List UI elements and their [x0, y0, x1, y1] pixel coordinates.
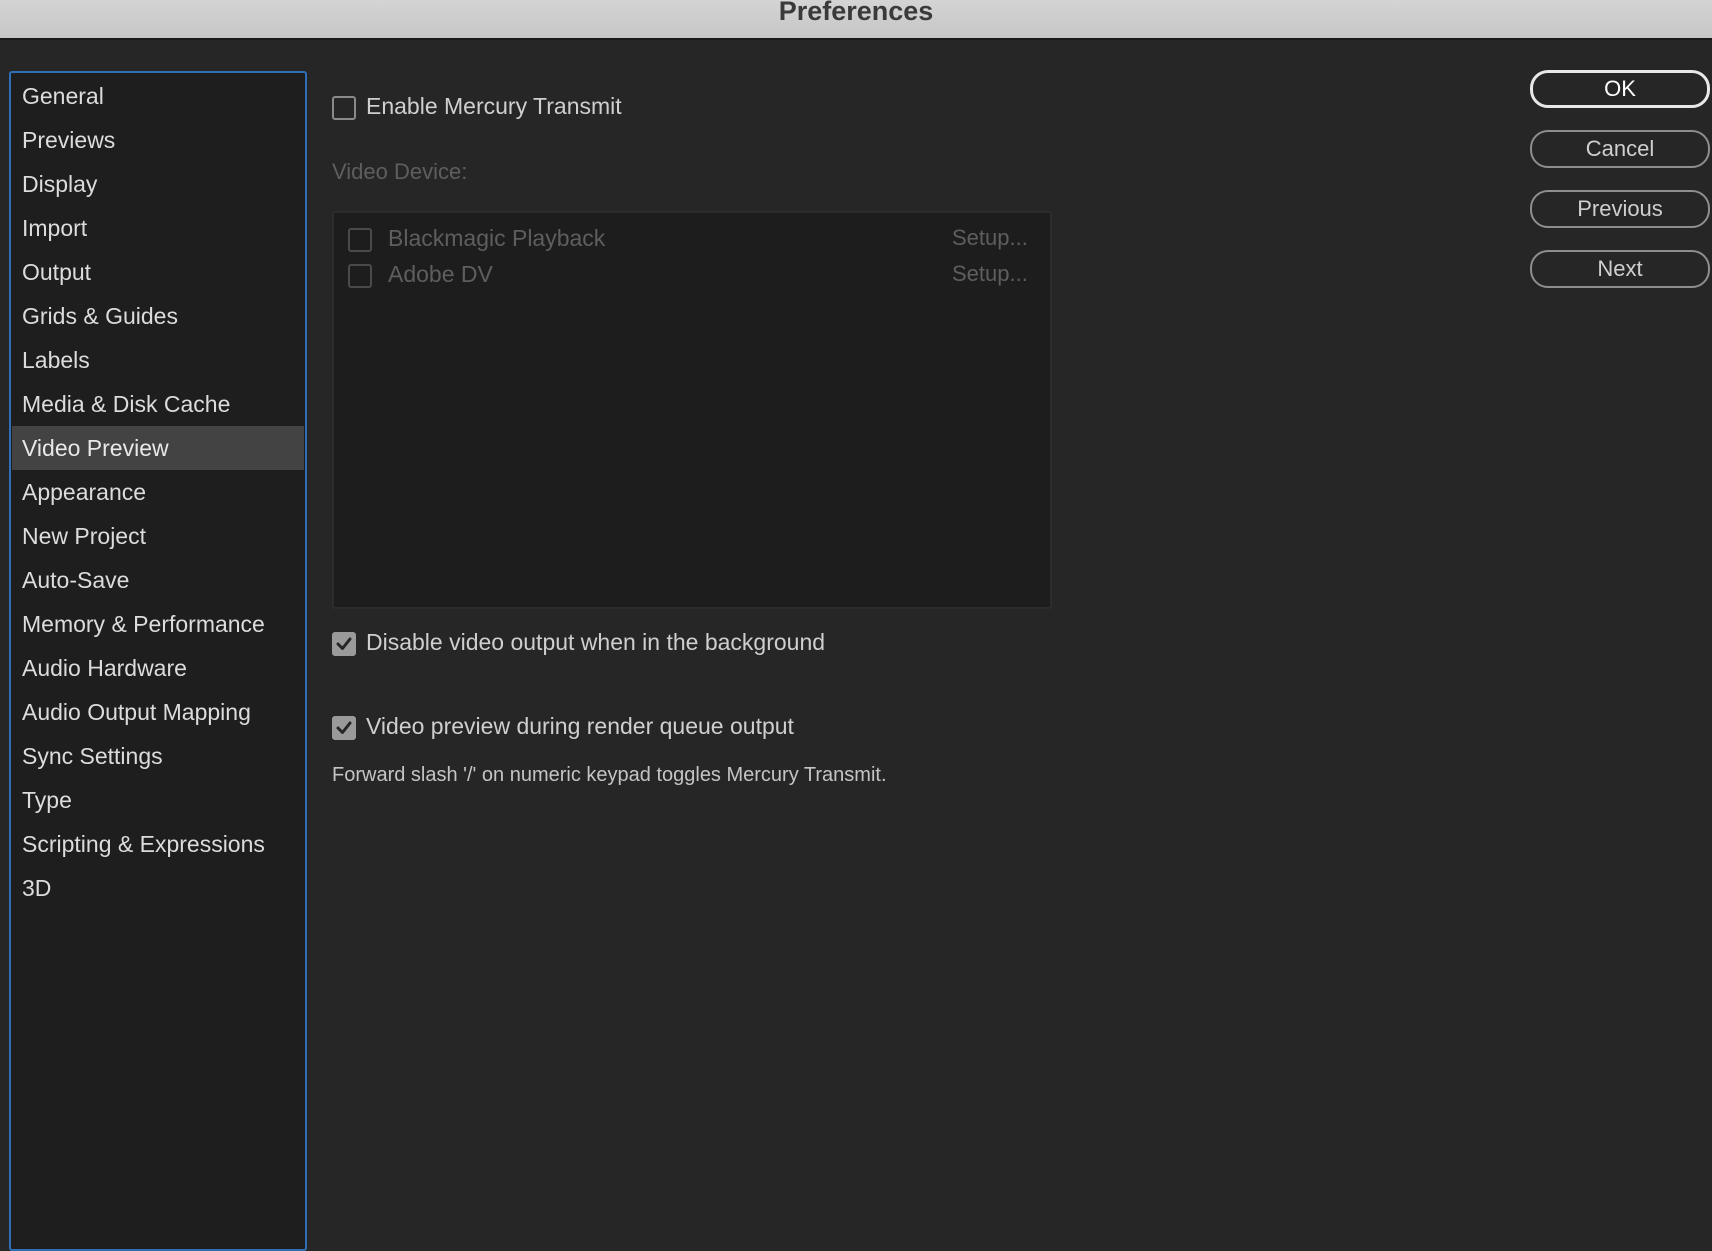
adobe-dv-label: Adobe DV — [388, 261, 493, 287]
ok-button[interactable]: OK — [1530, 70, 1710, 108]
sidebar-item-display[interactable]: Display — [12, 162, 304, 206]
sidebar-item-new-project[interactable]: New Project — [12, 514, 304, 558]
cancel-button[interactable]: Cancel — [1530, 130, 1710, 168]
previous-button[interactable]: Previous — [1530, 190, 1710, 228]
sidebar-item-video-preview[interactable]: Video Preview — [12, 426, 304, 470]
adobe-dv-setup-button[interactable]: Setup... — [952, 261, 1028, 287]
sidebar-item-import[interactable]: Import — [12, 206, 304, 250]
sidebar-item-scripting-expressions[interactable]: Scripting & Expressions — [12, 822, 304, 866]
sidebar-item-appearance[interactable]: Appearance — [12, 470, 304, 514]
enable-mercury-transmit-checkbox[interactable] — [332, 96, 356, 120]
enable-mercury-transmit-label[interactable]: Enable Mercury Transmit — [366, 93, 622, 120]
sidebar-item-memory-performance[interactable]: Memory & Performance — [12, 602, 304, 646]
checkmark-icon — [336, 721, 352, 734]
sidebar-item-labels[interactable]: Labels — [12, 338, 304, 382]
mercury-transmit-hint: Forward slash '/' on numeric keypad togg… — [332, 764, 887, 786]
blackmagic-setup-button[interactable]: Setup... — [952, 225, 1028, 251]
category-sidebar[interactable]: General Previews Display Import Output Grids … — [9, 71, 307, 1251]
sidebar-item-media-disk-cache[interactable]: Media & Disk Cache — [12, 382, 304, 426]
render-queue-preview-checkbox[interactable] — [332, 716, 356, 740]
disable-background-output-checkbox[interactable] — [332, 632, 356, 656]
sidebar-item-type[interactable]: Type — [12, 778, 304, 822]
checkmark-icon — [336, 637, 352, 650]
next-button[interactable]: Next — [1530, 250, 1710, 288]
sidebar-item-audio-output-mapping[interactable]: Audio Output Mapping — [12, 690, 304, 734]
sidebar-item-3d[interactable]: 3D — [12, 866, 304, 910]
video-device-label: Video Device: — [332, 159, 468, 184]
adobe-dv-checkbox[interactable] — [348, 264, 372, 288]
sidebar-item-general[interactable]: General — [12, 74, 304, 118]
sidebar-item-grids-guides[interactable]: Grids & Guides — [12, 294, 304, 338]
sidebar-item-sync-settings[interactable]: Sync Settings — [12, 734, 304, 778]
render-queue-preview-label[interactable]: Video preview during render queue output — [366, 713, 794, 740]
sidebar-item-audio-hardware[interactable]: Audio Hardware — [12, 646, 304, 690]
title-bar: Preferences — [0, 0, 1712, 40]
category-list: General Previews Display Import Output Grids … — [11, 73, 305, 910]
video-device-list: Blackmagic Playback Setup... Adobe DV Se… — [332, 211, 1052, 609]
blackmagic-playback-label: Blackmagic Playback — [388, 225, 606, 251]
window-title: Preferences — [778, 0, 934, 26]
disable-background-output-label[interactable]: Disable video output when in the backgro… — [366, 629, 825, 656]
sidebar-item-output[interactable]: Output — [12, 250, 304, 294]
blackmagic-playback-checkbox[interactable] — [348, 228, 372, 252]
sidebar-item-previews[interactable]: Previews — [12, 118, 304, 162]
sidebar-item-auto-save[interactable]: Auto-Save — [12, 558, 304, 602]
